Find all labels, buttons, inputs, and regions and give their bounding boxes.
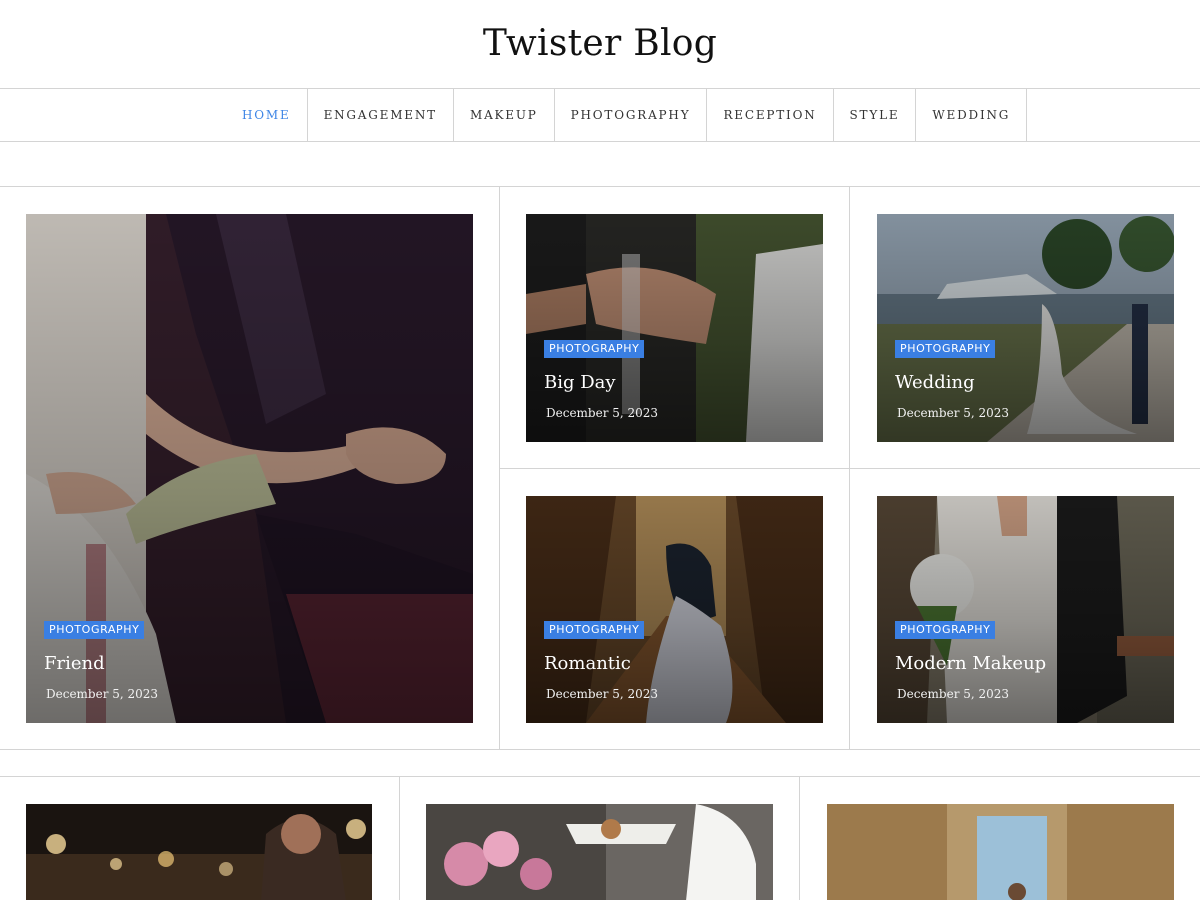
post-image bbox=[426, 804, 773, 900]
nav-item-home[interactable]: HOME bbox=[226, 89, 308, 141]
nav-item-reception[interactable]: RECEPTION bbox=[707, 89, 834, 141]
site-header: Twister Blog bbox=[0, 0, 1200, 88]
post-image bbox=[827, 804, 1174, 900]
nav-item-wedding[interactable]: WEDDING bbox=[916, 89, 1028, 141]
featured-posts-grid: PHOTOGRAPHY Friend December 5, 2023 PHOT… bbox=[0, 186, 1200, 750]
category-badge[interactable]: PHOTOGRAPHY bbox=[895, 340, 996, 358]
site-title[interactable]: Twister Blog bbox=[0, 0, 1200, 88]
post-date: December 5, 2023 bbox=[897, 687, 1010, 701]
post-card-reception-table[interactable] bbox=[426, 804, 773, 900]
post-info: PHOTOGRAPHY Big Day December 5, 2023 bbox=[544, 337, 658, 420]
post-card-modern-makeup[interactable]: PHOTOGRAPHY Modern Makeup December 5, 20… bbox=[877, 496, 1174, 723]
post-title[interactable]: Big Day bbox=[544, 372, 658, 394]
post-info: PHOTOGRAPHY Wedding December 5, 2023 bbox=[895, 337, 1009, 420]
category-badge[interactable]: PHOTOGRAPHY bbox=[895, 621, 996, 639]
post-card-sparklers[interactable] bbox=[26, 804, 372, 900]
grid-divider bbox=[799, 777, 800, 900]
post-title[interactable]: Wedding bbox=[895, 372, 1009, 394]
post-title[interactable]: Friend bbox=[44, 653, 158, 675]
post-info: PHOTOGRAPHY Friend December 5, 2023 bbox=[44, 618, 158, 701]
post-date: December 5, 2023 bbox=[546, 687, 659, 701]
more-posts-grid bbox=[0, 776, 1200, 900]
nav-item-style[interactable]: STYLE bbox=[834, 89, 917, 141]
nav-item-makeup[interactable]: MAKEUP bbox=[454, 89, 555, 141]
main-navigation: HOME ENGAGEMENT MAKEUP PHOTOGRAPHY RECEP… bbox=[0, 88, 1200, 142]
nav-item-engagement[interactable]: ENGAGEMENT bbox=[308, 89, 454, 141]
post-image bbox=[26, 804, 372, 900]
category-badge[interactable]: PHOTOGRAPHY bbox=[544, 340, 645, 358]
post-card-wedding[interactable]: PHOTOGRAPHY Wedding December 5, 2023 bbox=[877, 214, 1174, 442]
category-badge[interactable]: PHOTOGRAPHY bbox=[544, 621, 645, 639]
grid-divider bbox=[399, 777, 400, 900]
post-info: PHOTOGRAPHY Romantic December 5, 2023 bbox=[544, 618, 658, 701]
grid-divider bbox=[499, 468, 1200, 469]
category-badge[interactable]: PHOTOGRAPHY bbox=[44, 621, 145, 639]
post-title[interactable]: Romantic bbox=[544, 653, 658, 675]
post-card-big-day[interactable]: PHOTOGRAPHY Big Day December 5, 2023 bbox=[526, 214, 823, 442]
post-title[interactable]: Modern Makeup bbox=[895, 653, 1046, 675]
post-date: December 5, 2023 bbox=[897, 406, 1010, 420]
post-card-friend[interactable]: PHOTOGRAPHY Friend December 5, 2023 bbox=[26, 214, 473, 723]
post-card-bride-room[interactable] bbox=[827, 804, 1174, 900]
nav-item-photography[interactable]: PHOTOGRAPHY bbox=[555, 89, 708, 141]
post-date: December 5, 2023 bbox=[46, 687, 159, 701]
post-card-romantic[interactable]: PHOTOGRAPHY Romantic December 5, 2023 bbox=[526, 496, 823, 723]
post-info: PHOTOGRAPHY Modern Makeup December 5, 20… bbox=[895, 618, 1046, 701]
nav-menu: HOME ENGAGEMENT MAKEUP PHOTOGRAPHY RECEP… bbox=[226, 89, 1028, 141]
post-date: December 5, 2023 bbox=[546, 406, 659, 420]
